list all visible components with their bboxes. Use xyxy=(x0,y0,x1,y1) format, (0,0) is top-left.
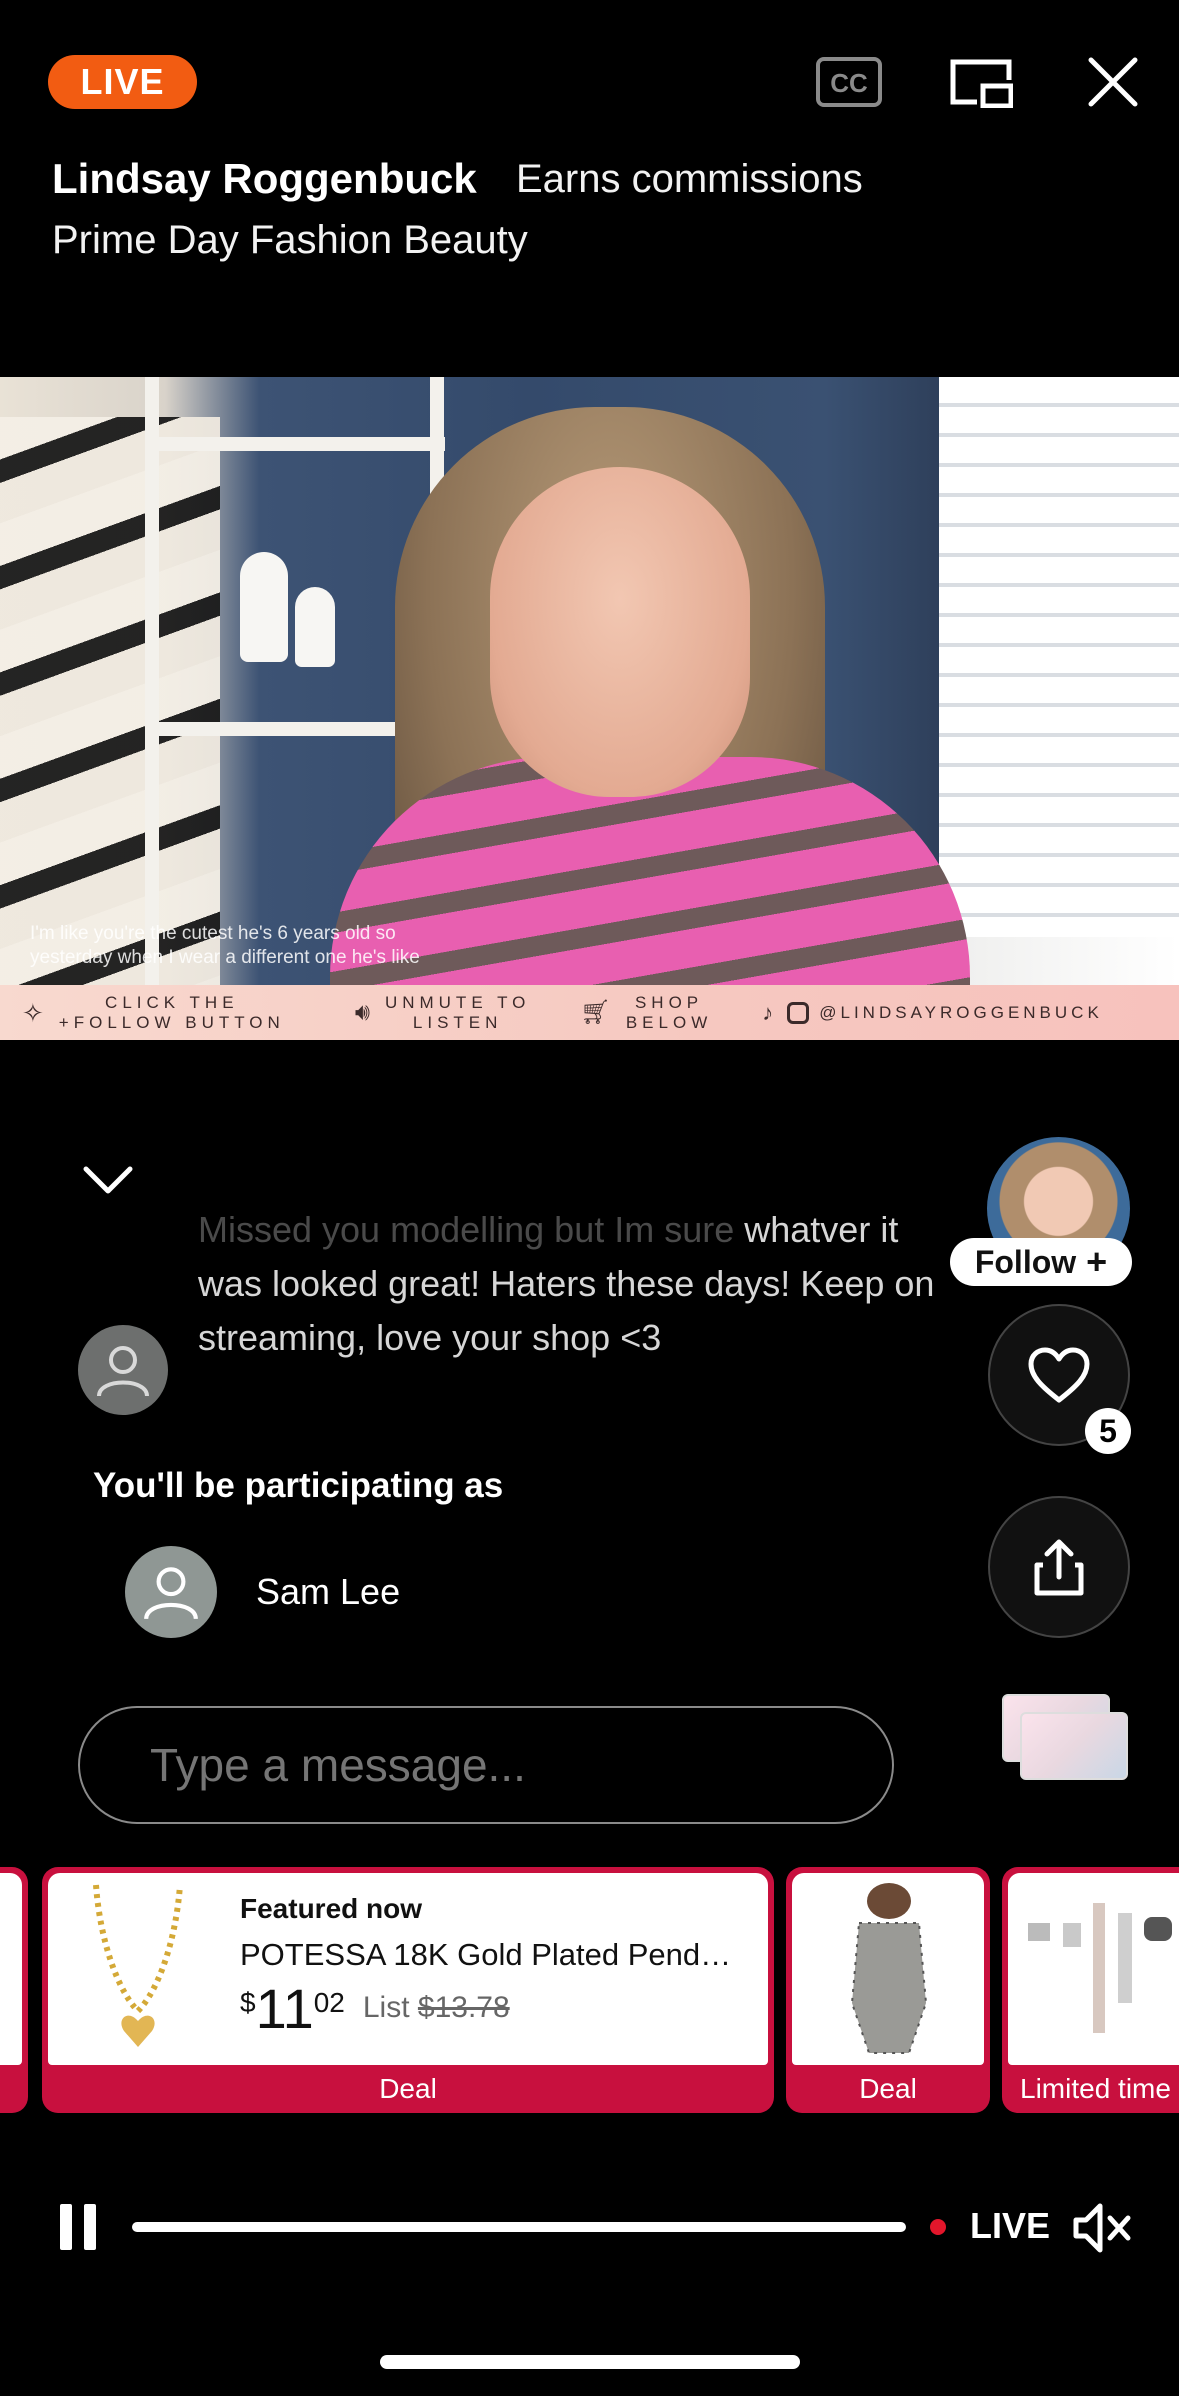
unmute-button[interactable] xyxy=(1072,2200,1132,2256)
cc-icon: CC xyxy=(816,57,882,107)
pause-icon xyxy=(60,2204,96,2250)
like-count: 5 xyxy=(1085,1408,1131,1454)
limited-time-tag: Limited time xyxy=(1020,2073,1171,2104)
promo-strip: ✧ CLICK THE +FOLLOW BUTTON 🔊︎ UNMUTE TO … xyxy=(0,985,1179,1040)
muted-speaker-icon xyxy=(1073,2203,1131,2253)
pause-button[interactable] xyxy=(56,2202,100,2252)
product-card-romper[interactable]: Deal xyxy=(786,1867,990,2113)
commission-note: Earns commissions xyxy=(516,157,863,201)
message-input[interactable] xyxy=(78,1706,894,1824)
live-badge: LIVE xyxy=(48,55,197,109)
participating-label: You'll be participating as xyxy=(93,1466,504,1505)
product-card-previous[interactable] xyxy=(0,1867,28,2113)
video-host xyxy=(490,467,750,797)
home-indicator[interactable] xyxy=(380,2355,800,2369)
chat-message: Missed you modelling but Im sure whatver… xyxy=(198,1209,935,1358)
product-card-featured[interactable]: Featured now POTESSA 18K Gold Plated Pen… xyxy=(42,1867,774,2113)
share-icon xyxy=(1034,1539,1084,1596)
plus-icon: + xyxy=(1086,1241,1108,1282)
video-backdrop-clothes xyxy=(0,417,220,987)
close-icon xyxy=(1088,57,1138,107)
follow-button[interactable]: Follow + xyxy=(950,1238,1132,1286)
chat-avatar xyxy=(78,1325,168,1415)
heart-icon xyxy=(1028,1347,1090,1403)
share-button[interactable] xyxy=(988,1496,1130,1638)
product-card-hair-tool[interactable]: Limited time xyxy=(1002,1867,1179,2113)
video-backdrop-window xyxy=(939,377,1179,937)
product-title: POTESSA 18K Gold Plated Pend… xyxy=(240,1937,732,1972)
svg-text:CC: CC xyxy=(830,68,868,98)
deal-tag: Deal xyxy=(859,2073,917,2104)
follow-label: Follow xyxy=(974,1243,1077,1280)
close-button[interactable] xyxy=(1078,50,1148,114)
instagram-icon xyxy=(787,1001,810,1024)
collapse-chat-button[interactable] xyxy=(78,1155,138,1205)
stream-title: Prime Day Fashion Beauty xyxy=(52,218,528,262)
live-indicator-dot xyxy=(930,2219,946,2235)
streamer-name[interactable]: Lindsay Roggenbuck xyxy=(52,155,477,203)
participant-name: Sam Lee xyxy=(256,1571,401,1612)
chevron-down-icon xyxy=(83,1166,133,1194)
picture-in-picture-button[interactable] xyxy=(946,50,1016,114)
social-handle: @LINDSAYROGGENBUCK xyxy=(819,1002,1103,1022)
progress-bar[interactable] xyxy=(132,2222,906,2232)
product-image-necklace xyxy=(93,1884,183,2047)
product-thumb xyxy=(1020,1712,1128,1780)
video-caption: I'm like you're the cutest he's 6 years … xyxy=(30,923,420,968)
product-list-button[interactable] xyxy=(1000,1692,1130,1782)
cart-icon: 🛒︎ xyxy=(580,998,616,1026)
product-image-hair-tool xyxy=(1028,1903,1172,2033)
live-video[interactable]: I'm like you're the cutest he's 6 years … xyxy=(0,377,1179,1040)
product-price: $ 11 02 List $13.78 xyxy=(240,1977,510,2040)
participant-avatar xyxy=(125,1546,217,1638)
closed-captions-button[interactable]: CC xyxy=(814,50,884,114)
product-image-romper xyxy=(850,1883,928,2054)
featured-label: Featured now xyxy=(240,1893,423,1924)
user-icon xyxy=(144,1567,198,1620)
tiktok-icon: ♪ xyxy=(762,999,778,1025)
deal-tag: Deal xyxy=(379,2073,437,2104)
speaker-icon: 🔊︎ xyxy=(354,998,375,1026)
live-label[interactable]: LIVE xyxy=(970,2205,1050,2247)
picture-in-picture-icon xyxy=(950,59,1013,108)
sparkle-icon: ✧ xyxy=(22,997,49,1028)
user-icon xyxy=(97,1346,149,1397)
